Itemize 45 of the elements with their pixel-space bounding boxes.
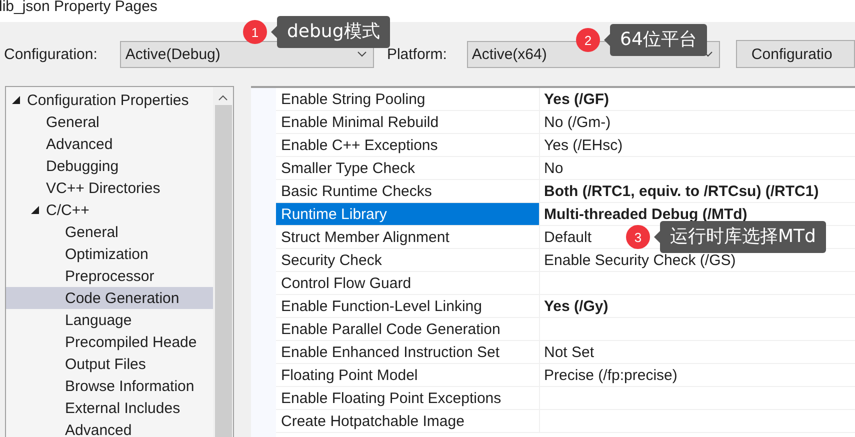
- tree-item[interactable]: Precompiled Heade: [6, 331, 213, 353]
- expand-triangle-icon[interactable]: [12, 96, 20, 104]
- tree-item[interactable]: Configuration Properties: [6, 89, 213, 111]
- tree-item[interactable]: VC++ Directories: [6, 177, 213, 199]
- property-name[interactable]: Runtime Library: [276, 203, 540, 225]
- property-value: Yes (/Gy): [544, 298, 608, 314]
- tree-item[interactable]: Debugging: [6, 155, 213, 177]
- tree-item[interactable]: Advanced: [6, 419, 213, 437]
- tree-item[interactable]: External Includes: [6, 397, 213, 419]
- tree-item[interactable]: Output Files: [6, 353, 213, 375]
- expand-triangle-icon[interactable]: [31, 206, 39, 214]
- callout-pointer-icon: [604, 34, 610, 46]
- scrollbar[interactable]: [213, 87, 233, 437]
- property-value: Multi-threaded Debug (/MTd): [544, 206, 748, 222]
- number-badge: 2: [576, 28, 600, 52]
- tree-item[interactable]: Advanced: [6, 133, 213, 155]
- property-value: Yes (/EHsc): [544, 136, 623, 154]
- window-title: lib_json Property Pages: [0, 0, 158, 14]
- scroll-up-icon[interactable]: [218, 95, 228, 101]
- annotation-tooltip: debug模式: [277, 16, 390, 48]
- property-value: Not Set: [544, 344, 594, 360]
- configuration-manager-button[interactable]: Configuratio: [736, 40, 855, 68]
- property-value: No (/Gm-): [544, 114, 611, 130]
- chevron-down-icon: [356, 51, 367, 57]
- property-value: Yes (/GF): [544, 90, 610, 108]
- property-value: No: [544, 160, 564, 176]
- tree-item[interactable]: Language: [6, 309, 213, 331]
- tree-item[interactable]: Browse Information: [6, 375, 213, 397]
- tree-item[interactable]: Optimization: [6, 243, 213, 265]
- annotation-tooltip: 64位平台: [610, 24, 707, 56]
- property-value: Default: [544, 228, 592, 246]
- tree-item[interactable]: Code Generation: [6, 287, 213, 309]
- property-value: Both (/RTC1, equiv. to /RTCsu) (/RTC1): [544, 182, 819, 200]
- tree-item[interactable]: General: [6, 111, 213, 133]
- annotation-tooltip: 运行时库选择MTd: [660, 221, 826, 253]
- property-value: Enable Security Check (/GS): [544, 252, 736, 268]
- property-value: Precise (/fp:precise): [544, 366, 678, 384]
- tree-item[interactable]: Preprocessor: [6, 265, 213, 287]
- configuration-label: Configuration:: [4, 46, 98, 62]
- platform-label: Platform:: [386, 46, 448, 62]
- scrollbar-thumb[interactable]: [214, 105, 232, 437]
- callout-pointer-icon: [271, 26, 277, 38]
- tree-item[interactable]: General: [6, 221, 213, 243]
- tree-item[interactable]: C/C++: [6, 199, 213, 221]
- callout-pointer-icon: [654, 231, 660, 243]
